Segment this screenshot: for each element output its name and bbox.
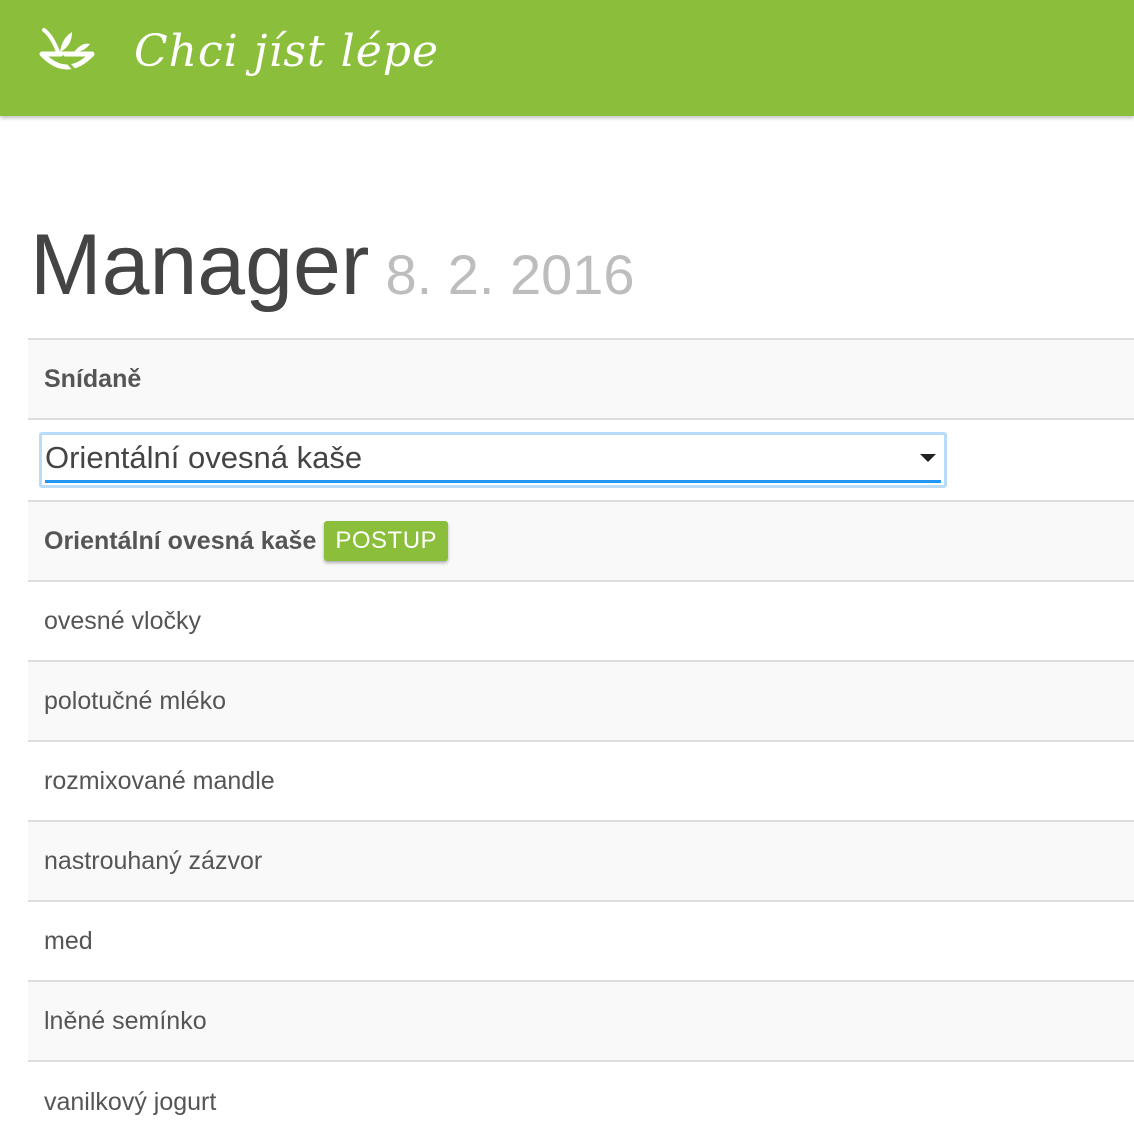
- ingredient-row: med: [28, 902, 1134, 982]
- postup-button[interactable]: POSTUP: [324, 521, 449, 561]
- page-title: Manager 8. 2. 2016: [30, 210, 635, 320]
- ingredient-row: nastrouhaný zázvor: [28, 822, 1134, 902]
- top-navbar: Chci jíst lépe: [0, 0, 1134, 116]
- ingredient-row: vanilkový jogurt: [28, 1062, 1134, 1142]
- meal-table: Snídaně Orientální ovesná kaše Orientáln…: [28, 338, 1134, 1142]
- ingredient-name: ovesné vločky: [44, 606, 202, 635]
- ingredient-row: lněné semínko: [28, 982, 1134, 1062]
- ingredient-name: nastrouhaný zázvor: [44, 846, 263, 875]
- ingredient-name: vanilkový jogurt: [44, 1087, 217, 1116]
- ingredient-name: polotučné mléko: [44, 686, 227, 715]
- recipe-select-value: Orientální ovesná kaše: [45, 440, 363, 475]
- recipe-select[interactable]: Orientální ovesná kaše: [39, 432, 947, 488]
- logo-text[interactable]: Chci jíst lépe: [134, 22, 439, 82]
- recipe-header-row: Orientální ovesná kaše POSTUP: [28, 502, 1134, 582]
- ingredient-row: ovesné vločky: [28, 582, 1134, 662]
- meal-section-header: Snídaně: [28, 340, 1134, 420]
- ingredient-name: lněné semínko: [44, 1006, 207, 1035]
- recipe-select-row: Orientální ovesná kaše: [28, 420, 1134, 502]
- ingredient-row: rozmixované mandle: [28, 742, 1134, 822]
- focus-underline: [45, 480, 941, 483]
- ingredient-row: polotučné mléko: [28, 662, 1134, 742]
- page-title-main: Manager: [30, 217, 370, 313]
- recipe-name: Orientální ovesná kaše: [44, 526, 317, 555]
- bowl-spoon-logo-icon[interactable]: [38, 22, 96, 80]
- ingredient-name: rozmixované mandle: [44, 766, 275, 795]
- meal-section-label: Snídaně: [44, 364, 142, 393]
- caret-down-icon: [920, 454, 936, 462]
- ingredient-name: med: [44, 926, 93, 955]
- page-date: 8. 2. 2016: [385, 243, 635, 306]
